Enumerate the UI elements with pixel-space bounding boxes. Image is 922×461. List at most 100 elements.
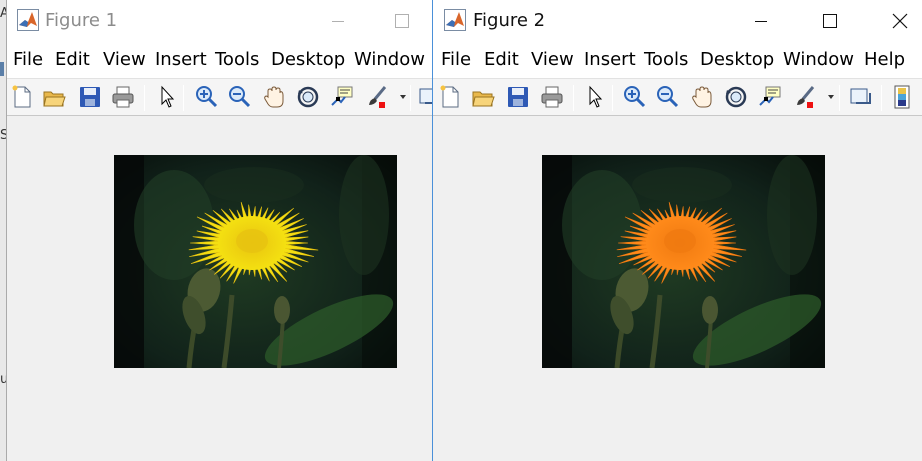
open-file-icon <box>43 91 66 107</box>
figure-1-titlebar[interactable]: Figure 1 <box>7 0 433 42</box>
window-title: Figure 1 <box>45 10 118 31</box>
open-file-icon <box>472 91 495 107</box>
matlab-logo-icon <box>17 9 39 31</box>
menu-window[interactable]: Window <box>783 49 854 70</box>
orange-flower-image <box>542 155 825 368</box>
link-plot-icon <box>419 88 433 104</box>
save-button[interactable] <box>77 84 103 110</box>
toolbar-separator <box>573 85 574 111</box>
brush-icon <box>369 86 387 108</box>
save-icon <box>80 87 100 107</box>
zoom-out-icon <box>229 86 251 108</box>
colorbar-icon <box>894 85 910 109</box>
maximize-icon <box>395 14 409 28</box>
menu-edit[interactable]: Edit <box>55 49 90 70</box>
menu-tools[interactable]: Tools <box>644 49 688 70</box>
print-button[interactable] <box>539 84 565 110</box>
edit-plot-button[interactable] <box>582 84 608 110</box>
menu-desktop[interactable]: Desktop <box>271 49 345 70</box>
toolbar-separator <box>144 85 145 111</box>
print-icon <box>541 86 563 108</box>
figure-2-toolbar <box>433 78 922 116</box>
brush-button[interactable] <box>792 84 818 110</box>
figure-1-image-axes[interactable] <box>114 155 397 368</box>
menu-tools[interactable]: Tools <box>215 49 259 70</box>
brush-button[interactable] <box>364 84 390 110</box>
pan-button[interactable] <box>261 84 287 110</box>
menu-insert[interactable]: Insert <box>584 49 636 70</box>
figure-1-toolbar <box>7 78 433 116</box>
maximize-button[interactable] <box>379 0 425 42</box>
maximize-button[interactable] <box>807 0 853 42</box>
brush-dropdown-arrow-icon[interactable] <box>828 95 834 99</box>
desktop-marker <box>0 62 4 76</box>
menu-help[interactable]: Help <box>864 49 905 70</box>
print-button[interactable] <box>110 84 136 110</box>
menu-desktop[interactable]: Desktop <box>700 49 774 70</box>
save-button[interactable] <box>505 84 531 110</box>
new-figure-icon <box>440 85 459 108</box>
close-icon <box>892 13 908 29</box>
zoom-in-button[interactable] <box>193 84 219 110</box>
minimize-icon <box>755 21 767 22</box>
yellow-flower-image <box>114 155 397 368</box>
zoom-out-button[interactable] <box>226 84 252 110</box>
close-button[interactable] <box>877 0 922 42</box>
zoom-in-icon <box>196 86 218 108</box>
minimize-icon <box>332 21 344 22</box>
new-figure-icon <box>12 85 31 108</box>
edit-plot-arrow-icon <box>161 85 175 108</box>
open-file-button[interactable] <box>470 84 496 110</box>
figure-2-menubar: File Edit View Insert Tools Desktop Wind… <box>433 42 922 78</box>
colorbar-button[interactable] <box>889 84 915 110</box>
link-plot-button[interactable] <box>848 84 874 110</box>
new-figure-button[interactable] <box>9 84 35 110</box>
menu-view[interactable]: View <box>103 49 146 70</box>
toolbar-separator <box>881 85 882 111</box>
brush-dropdown-arrow-icon[interactable] <box>400 95 406 99</box>
zoom-in-button[interactable] <box>621 84 647 110</box>
open-file-button[interactable] <box>41 84 67 110</box>
figure-2-titlebar[interactable]: Figure 2 <box>433 0 922 42</box>
toolbar-separator <box>612 85 613 111</box>
minimize-button[interactable] <box>738 0 784 42</box>
data-cursor-button[interactable] <box>329 84 355 110</box>
rotate-3d-icon <box>297 86 319 108</box>
zoom-out-button[interactable] <box>654 84 680 110</box>
new-figure-button[interactable] <box>437 84 463 110</box>
menu-file[interactable]: File <box>441 49 471 70</box>
menu-view[interactable]: View <box>531 49 574 70</box>
edit-plot-button[interactable] <box>154 84 180 110</box>
menu-file[interactable]: File <box>13 49 43 70</box>
link-plot-button[interactable] <box>417 84 433 110</box>
menu-edit[interactable]: Edit <box>484 49 519 70</box>
toolbar-separator <box>839 85 840 111</box>
pan-button[interactable] <box>689 84 715 110</box>
data-cursor-icon <box>759 86 781 106</box>
matlab-logo-icon <box>444 9 466 31</box>
menu-insert[interactable]: Insert <box>155 49 207 70</box>
zoom-out-icon <box>657 86 679 108</box>
pan-hand-icon <box>264 86 284 108</box>
toolbar-separator <box>410 85 411 111</box>
rotate-3d-button[interactable] <box>295 84 321 110</box>
figure-1-window[interactable]: Figure 1 File Edit View Insert Tools Des… <box>6 0 433 461</box>
figure-2-image-axes[interactable] <box>542 155 825 368</box>
edit-plot-arrow-icon <box>589 85 603 108</box>
pan-hand-icon <box>692 86 712 108</box>
brush-icon <box>797 86 815 108</box>
save-icon <box>508 87 528 107</box>
data-cursor-button[interactable] <box>757 84 783 110</box>
data-cursor-icon <box>331 86 353 106</box>
menu-window[interactable]: Window <box>354 49 425 70</box>
toolbar-separator <box>183 85 184 111</box>
rotate-3d-button[interactable] <box>723 84 749 110</box>
zoom-in-icon <box>624 86 646 108</box>
window-title: Figure 2 <box>473 10 546 31</box>
minimize-button[interactable] <box>315 0 361 42</box>
link-plot-icon <box>850 88 871 104</box>
rotate-3d-icon <box>725 86 747 108</box>
print-icon <box>112 86 134 108</box>
figure-1-menubar: File Edit View Insert Tools Desktop Wind… <box>7 42 433 78</box>
figure-2-window[interactable]: Figure 2 File Edit View Insert Tools Des… <box>432 0 922 461</box>
